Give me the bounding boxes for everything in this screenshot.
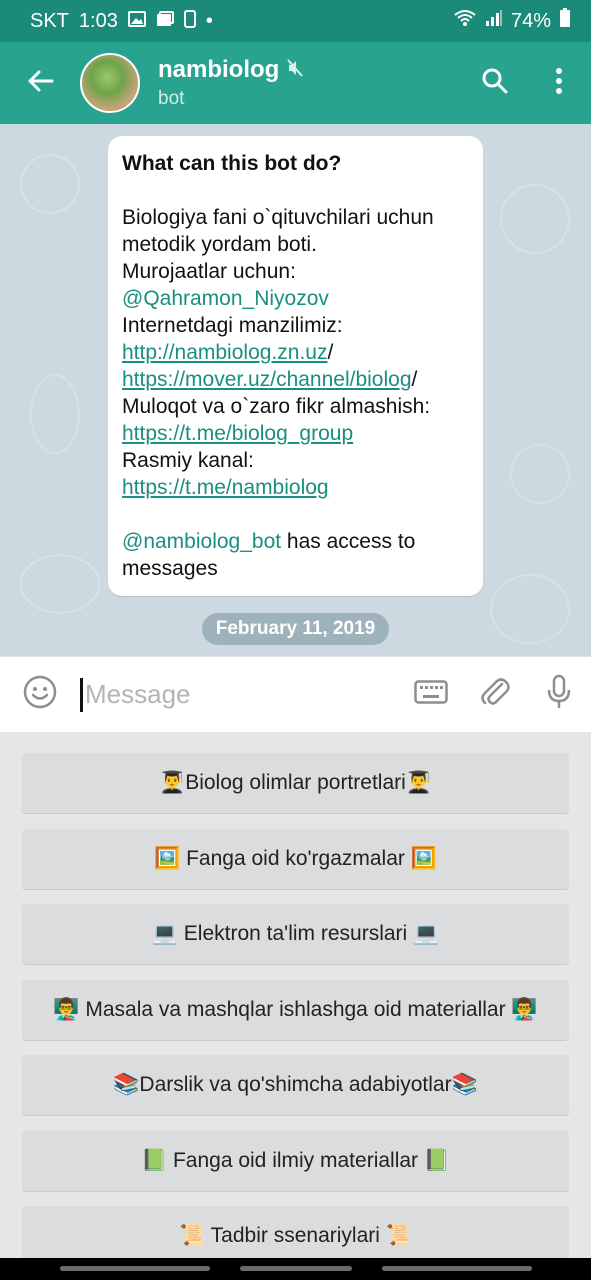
system-nav-bar xyxy=(0,1258,591,1280)
slash-text: / xyxy=(327,341,334,364)
message-input[interactable]: Message xyxy=(80,657,399,733)
discussion-label: Muloqot va o`zaro fikr almashish: xyxy=(122,395,431,418)
mic-icon xyxy=(546,674,572,715)
slash-text: / xyxy=(411,368,418,391)
nav-handle[interactable] xyxy=(60,1266,210,1271)
contact-username-link[interactable]: @Qahramon_Niyozov xyxy=(122,285,469,312)
signal-icon xyxy=(485,9,503,33)
search-button[interactable] xyxy=(463,42,527,124)
chat-header: nambiolog bot xyxy=(0,42,591,124)
website-label: Internetdagi manzilimiz: xyxy=(122,314,343,337)
attach-icon xyxy=(480,675,510,714)
bot-username-link[interactable]: @nambiolog_bot xyxy=(122,530,281,553)
carrier-label: SKT xyxy=(30,9,69,32)
official-channel-link[interactable]: https://t.me/nambiolog xyxy=(122,474,469,501)
group-link[interactable]: https://t.me/biolog_group xyxy=(122,420,469,447)
search-icon xyxy=(482,68,508,99)
website-link[interactable]: http://nambiolog.zn.uz xyxy=(122,341,327,364)
chat-title-block[interactable]: nambiolog bot xyxy=(158,56,304,110)
keyboard-icon xyxy=(414,680,448,709)
nav-handle[interactable] xyxy=(240,1266,352,1271)
date-chip: February 11, 2019 xyxy=(202,613,389,645)
emoji-button[interactable] xyxy=(0,657,80,733)
bot-info-message: What can this bot do? Biologiya fani o`q… xyxy=(108,136,483,596)
channel-link[interactable]: https://mover.uz/channel/biolog xyxy=(122,368,412,391)
status-bar: SKT 1:03 • 74% xyxy=(0,0,591,42)
keyboard-button-event-scenarios[interactable]: 📜 Tadbir ssenariylari 📜 xyxy=(22,1206,569,1258)
gallery-icon xyxy=(156,10,174,32)
avatar[interactable] xyxy=(80,53,140,113)
notification-dot: • xyxy=(205,9,213,32)
notification-icon xyxy=(183,9,196,33)
background-doodle xyxy=(490,574,570,644)
background-doodle xyxy=(30,374,80,454)
official-channel-label: Rasmiy kanal: xyxy=(122,449,254,472)
background-doodle xyxy=(510,444,570,504)
keyboard-button-e-resources[interactable]: 💻 Elektron ta'lim resurslari 💻 xyxy=(22,904,569,964)
voice-button[interactable] xyxy=(527,657,591,733)
more-button[interactable] xyxy=(527,42,591,124)
keyboard-button-textbooks[interactable]: 📚Darslik va qo'shimcha adabiyotlar📚 xyxy=(22,1055,569,1115)
background-doodle xyxy=(20,554,100,614)
back-arrow-icon xyxy=(26,69,54,98)
background-doodle xyxy=(500,184,570,254)
more-vert-icon xyxy=(555,67,563,99)
message-composer: Message xyxy=(0,656,591,732)
battery-level: 74% xyxy=(510,9,551,32)
chat-area[interactable]: What can this bot do? Biologiya fani o`q… xyxy=(0,124,591,656)
chat-title: nambiolog xyxy=(158,56,280,83)
muted-icon xyxy=(287,58,304,82)
chat-subtitle: bot xyxy=(158,88,185,109)
keyboard-button-exhibits[interactable]: 🖼️ Fanga oid ko'rgazmalar 🖼️ xyxy=(22,828,569,889)
keyboard-button-portraits[interactable]: 👨‍🎓Biolog olimlar portretlari👨‍🎓 xyxy=(22,753,569,813)
battery-icon xyxy=(559,8,571,34)
wifi-icon xyxy=(453,9,477,33)
emoji-icon xyxy=(23,675,57,714)
keyboard-button-science-materials[interactable]: 📗 Fanga oid ilmiy materiallar 📗 xyxy=(22,1130,569,1191)
image-icon xyxy=(127,10,146,32)
bot-info-heading: What can this bot do? xyxy=(122,152,342,175)
text-caret xyxy=(80,677,83,712)
message-placeholder: Message xyxy=(85,679,191,709)
bot-keyboard: 👨‍🎓Biolog olimlar portretlari👨‍🎓 🖼️ Fang… xyxy=(0,732,591,1258)
bot-description: Biologiya fani o`qituvchilari uchun meto… xyxy=(122,206,434,256)
nav-handle[interactable] xyxy=(382,1266,532,1271)
bot-keyboard-toggle[interactable] xyxy=(399,657,463,733)
keyboard-button-exercises[interactable]: 👨‍🏫 Masala va mashqlar ishlashga oid mat… xyxy=(22,979,569,1040)
attach-button[interactable] xyxy=(463,657,527,733)
contact-label: Murojaatlar uchun: xyxy=(122,260,296,283)
background-doodle xyxy=(20,154,80,214)
back-button[interactable] xyxy=(0,42,80,124)
clock: 1:03 xyxy=(78,9,118,32)
